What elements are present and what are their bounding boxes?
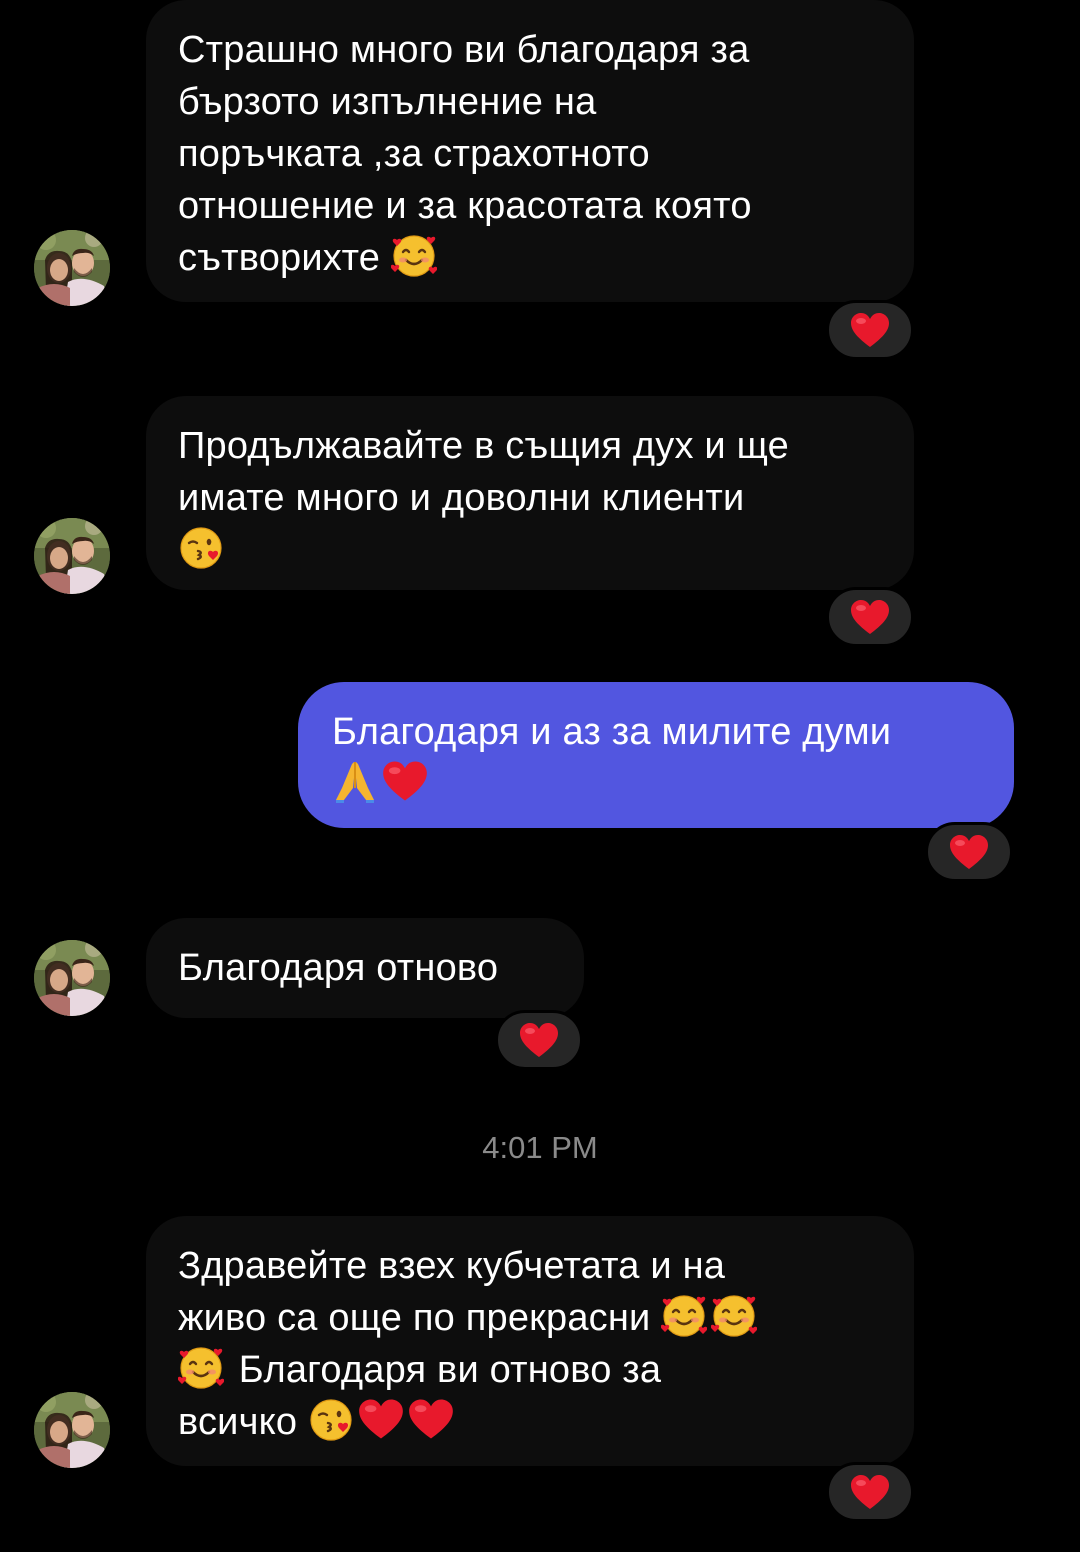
avatar-photo-icon [34, 1392, 110, 1468]
contact-avatar[interactable] [34, 1392, 110, 1468]
red-heart-icon [850, 1474, 890, 1510]
folded-hands-icon [332, 758, 378, 804]
message-text: Страшно много ви благодаря за [178, 29, 750, 71]
red-heart-icon [850, 599, 890, 635]
avatar-photo-icon [34, 230, 110, 306]
reaction-heart[interactable] [826, 1462, 914, 1522]
message-text: Продължавайте в същия дух и ще [178, 425, 789, 467]
message-text: поръчката ,за страхотното [178, 133, 650, 175]
timestamp: 4:01 PM [482, 1130, 598, 1165]
message-text: живо са още по прекрасни [178, 1297, 651, 1339]
red-heart-icon [949, 834, 989, 870]
smiling-face-with-hearts-icon [711, 1292, 757, 1338]
face-blowing-kiss-icon [178, 524, 224, 570]
message-text: Благодаря отново [178, 947, 499, 989]
message-text: сътворихте [178, 237, 381, 279]
contact-avatar[interactable] [34, 940, 110, 1016]
message-text: бързото изпълнение на [178, 81, 597, 123]
message-text: отношение и за красотата която [178, 185, 752, 227]
message-text: Благодаря ви отново за [238, 1349, 662, 1391]
avatar-photo-icon [34, 518, 110, 594]
red-heart-icon [408, 1396, 454, 1442]
red-heart-icon [382, 758, 428, 804]
smiling-face-with-hearts-icon [178, 1344, 224, 1390]
red-heart-icon [519, 1022, 559, 1058]
avatar-photo-icon [34, 940, 110, 1016]
smiling-face-with-hearts-icon [661, 1292, 707, 1338]
message-text: Здравейте взех кубчетата и на [178, 1245, 726, 1287]
smiling-face-with-hearts-icon [391, 232, 437, 278]
message-bubble-incoming[interactable]: Продължавайте в същия дух и ще имате мно… [146, 396, 914, 590]
contact-avatar[interactable] [34, 518, 110, 594]
message-bubble-incoming[interactable]: Здравейте взех кубчетата и на живо са ощ… [146, 1216, 914, 1466]
message-text: всичко [178, 1401, 298, 1443]
reaction-heart[interactable] [495, 1010, 583, 1070]
contact-avatar[interactable] [34, 230, 110, 306]
message-bubble-outgoing[interactable]: Благодаря и аз за милите думи [298, 682, 1014, 828]
reaction-heart[interactable] [925, 822, 1013, 882]
message-text: имате много и доволни клиенти [178, 477, 745, 519]
red-heart-icon [850, 312, 890, 348]
message-bubble-incoming[interactable]: Страшно много ви благодаря за бързото из… [146, 0, 914, 302]
red-heart-icon [358, 1396, 404, 1442]
face-blowing-kiss-icon [308, 1396, 354, 1442]
message-text: Благодаря и аз за милите думи [332, 711, 892, 753]
reaction-heart[interactable] [826, 587, 914, 647]
message-bubble-incoming[interactable]: Благодаря отново [146, 918, 584, 1018]
reaction-heart[interactable] [826, 300, 914, 360]
